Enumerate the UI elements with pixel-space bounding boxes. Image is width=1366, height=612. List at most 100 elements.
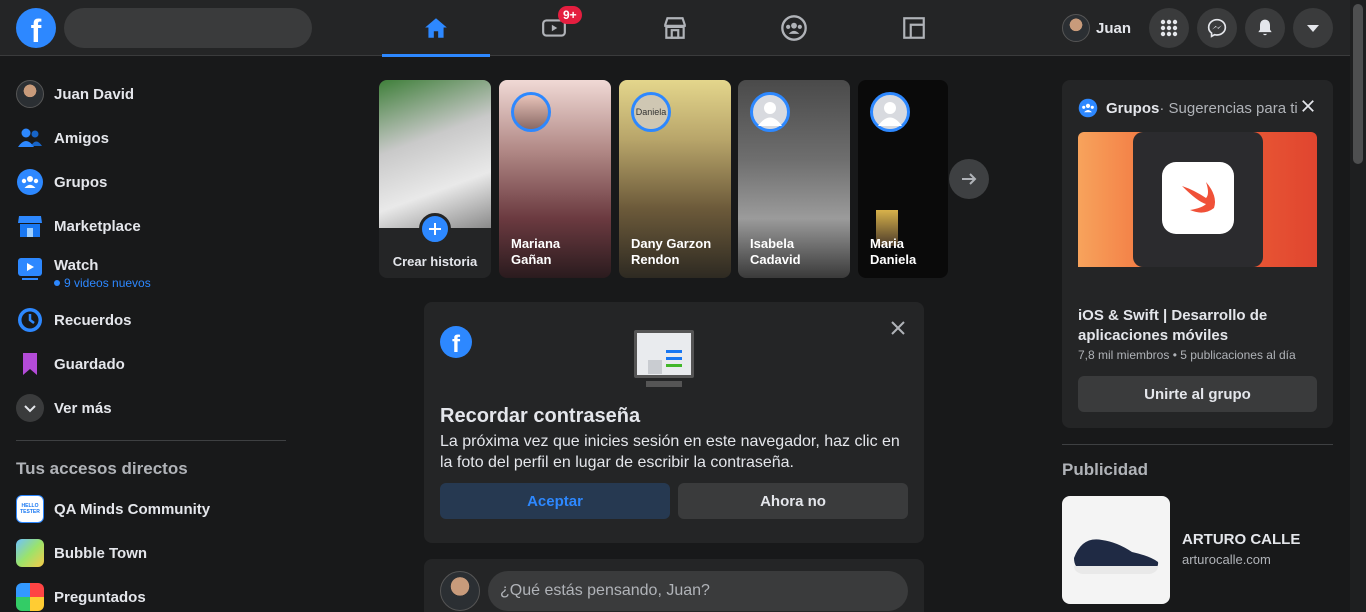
friends-icon — [18, 128, 42, 147]
story-card[interactable]: Mariana Gañan — [499, 80, 611, 278]
not-now-button[interactable]: Ahora no — [678, 483, 908, 519]
story-create-label: Crear historia — [392, 254, 478, 269]
watch-notification-badge: 9+ — [558, 6, 582, 24]
post-composer: ¿Qué estás pensando, Juan? — [424, 559, 924, 612]
facebook-logo: f — [440, 326, 472, 358]
groups-icon — [1078, 98, 1098, 118]
notifications-button[interactable] — [1245, 8, 1285, 48]
tab-home[interactable] — [382, 0, 490, 57]
default-avatar-icon — [878, 102, 902, 126]
join-group-button[interactable]: Unirte al grupo — [1078, 376, 1317, 412]
tab-watch[interactable]: 9+ — [500, 0, 608, 56]
story-card[interactable]: Maria Daniela — [858, 80, 948, 278]
sidebar-item-label: Grupos — [54, 173, 108, 191]
stories-next-button[interactable] — [949, 159, 989, 199]
menu-button[interactable] — [1149, 8, 1189, 48]
story-create[interactable]: Crear historia — [379, 80, 491, 278]
watch-icon — [18, 258, 42, 280]
tab-groups[interactable] — [740, 0, 848, 56]
page-scrollbar[interactable] — [1350, 0, 1366, 612]
facebook-logo[interactable]: f — [16, 8, 56, 49]
watch-new-videos: 9 videos nuevos — [54, 276, 151, 290]
marketplace-icon — [18, 216, 42, 237]
shortcut-label: QA Minds Community — [54, 500, 211, 518]
shortcut-qa-minds[interactable]: HELLO TESTER QA Minds Community — [8, 487, 294, 531]
group-suggestion-card: Grupos · Sugerencias para ti iOS & Swift… — [1062, 80, 1333, 428]
groups-icon — [17, 169, 43, 195]
sidebar-item-groups[interactable]: Grupos — [8, 160, 294, 204]
groups-title: Grupos — [1106, 99, 1160, 117]
sidebar-item-friends[interactable]: Amigos — [8, 116, 294, 160]
close-button[interactable] — [1296, 94, 1320, 118]
marketplace-icon — [664, 17, 686, 39]
tab-marketplace[interactable] — [621, 0, 729, 56]
shortcut-bubble-town[interactable]: Bubble Town — [8, 531, 294, 575]
avatar[interactable] — [440, 571, 480, 611]
bell-icon — [1258, 19, 1272, 36]
sneaker-image — [1074, 539, 1159, 574]
story-card[interactable]: Daniela Dany Garzon Rendon — [619, 80, 731, 278]
story-avatar-text: Daniela — [635, 107, 667, 117]
story-create-photo — [379, 80, 491, 228]
sidebar-item-label: Recuerdos — [54, 311, 132, 329]
sidebar-item-label: Juan David — [54, 85, 135, 103]
sidebar-item-watch[interactable]: Watch 9 videos nuevos — [8, 248, 294, 298]
story-card[interactable]: Isabela Cadavid — [738, 80, 850, 278]
story-author: Mariana Gañan — [511, 236, 561, 267]
sidebar-item-label: Amigos — [54, 129, 110, 147]
watch-new-videos-text: 9 videos nuevos — [64, 275, 151, 290]
story-author: Isabela Cadavid — [750, 236, 801, 267]
gaming-icon — [903, 17, 925, 39]
right-column-divider — [1062, 444, 1333, 445]
preguntados-thumb — [16, 583, 44, 611]
facebook-app: f 9+ Juan Juan David Amigos Grupos Marke… — [0, 0, 1366, 612]
sidebar-item-marketplace[interactable]: Marketplace — [8, 204, 294, 248]
story-avatar — [511, 92, 551, 132]
shortcut-preguntados[interactable]: Preguntados — [8, 575, 294, 612]
group-cover-image[interactable] — [1078, 132, 1317, 267]
home-icon — [425, 18, 447, 38]
qa-minds-thumb-text: HELLO TESTER — [20, 503, 40, 515]
search-input[interactable] — [64, 8, 312, 48]
sidebar-item-profile[interactable]: Juan David — [8, 72, 294, 116]
ad-brand[interactable]: ARTURO CALLE — [1182, 531, 1300, 548]
facebook-logo-letter: f — [30, 13, 42, 49]
profile-shortcut[interactable]: Juan — [1062, 12, 1131, 44]
sidebar-item-label: Guardado — [54, 355, 125, 373]
messenger-icon — [1207, 18, 1227, 38]
scrollbar-thumb[interactable] — [1353, 4, 1363, 164]
bookmark-icon — [23, 353, 37, 375]
sidebar-item-label: Ver más — [54, 399, 112, 417]
profile-name: Juan — [1096, 19, 1132, 37]
caret-down-icon — [1307, 25, 1319, 32]
bubble-town-thumb — [16, 539, 44, 567]
add-story-button[interactable] — [419, 213, 451, 245]
group-suggestion-header: Grupos · Sugerencias para ti — [1078, 98, 1298, 118]
shortcut-label: Preguntados — [54, 588, 146, 606]
sidebar-item-saved[interactable]: Guardado — [8, 342, 294, 386]
status-input[interactable]: ¿Qué estás pensando, Juan? — [488, 571, 908, 611]
swift-logo-icon — [1162, 162, 1234, 234]
new-dot-icon — [54, 279, 60, 286]
story-author: Dany Garzon Rendon — [631, 236, 712, 267]
sidebar-item-see-more[interactable]: Ver más — [8, 386, 294, 430]
avatar — [16, 80, 44, 108]
default-avatar-icon — [758, 102, 782, 126]
close-icon — [891, 321, 905, 335]
messenger-button[interactable] — [1197, 8, 1237, 48]
chevron-down-icon — [24, 405, 36, 413]
accept-button[interactable]: Aceptar — [440, 483, 670, 519]
sidebar-item-memories[interactable]: Recuerdos — [8, 298, 294, 342]
group-meta: 7,8 mil miembros • 5 publicaciones al dí… — [1078, 348, 1296, 362]
account-menu-button[interactable] — [1293, 8, 1333, 48]
story-avatar — [870, 92, 910, 132]
groups-icon — [781, 15, 807, 41]
grid-menu-icon — [1160, 19, 1178, 37]
ad-image[interactable] — [1062, 496, 1170, 604]
arrow-right-icon — [962, 173, 977, 185]
remember-password-card: f Recordar contraseña La próxima vez que… — [424, 302, 924, 543]
group-name[interactable]: iOS & Swift | Desarrollo de aplicaciones… — [1078, 306, 1318, 346]
shortcuts-title: Tus accesos directos — [16, 459, 188, 478]
tab-gaming[interactable] — [860, 0, 968, 56]
close-button[interactable] — [886, 316, 910, 340]
